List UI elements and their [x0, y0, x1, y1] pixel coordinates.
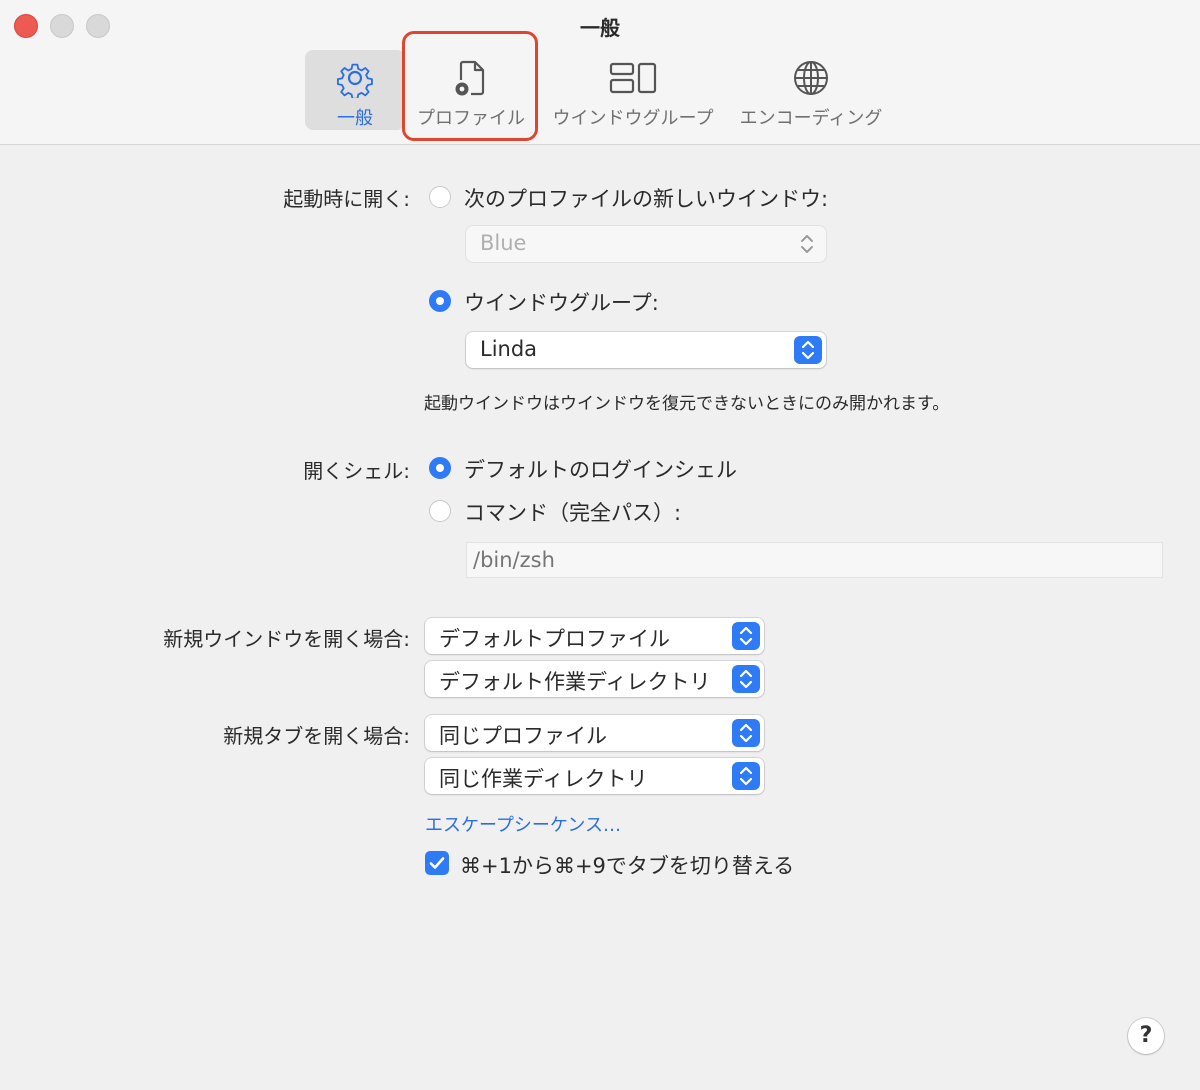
new-tab-profile-select[interactable]: 同じプロファイル	[425, 715, 764, 751]
radio-command-shell[interactable]	[429, 500, 451, 522]
chevron-updown-icon	[801, 340, 815, 360]
window-group-select-stepper	[794, 336, 822, 364]
new-tab-profile-value: 同じプロファイル	[439, 724, 607, 748]
chevron-updown-icon	[739, 723, 753, 743]
startup-note: 起動ウインドウはウインドウを復元できないときにのみ開かれます。	[424, 394, 950, 414]
startup-profile-select-value: Blue	[480, 231, 527, 255]
tab-encodings[interactable]: エンコーディング	[734, 50, 888, 130]
new-tab-directory-value: 同じ作業ディレクトリ	[439, 767, 648, 791]
radio-window-group[interactable]	[429, 290, 451, 312]
window-group-select-value: Linda	[480, 337, 538, 361]
new-window-label: 新規ウインドウを開く場合:	[163, 627, 410, 651]
new-tab-directory-select[interactable]: 同じ作業ディレクトリ	[425, 758, 764, 794]
new-window-directory-select[interactable]: デフォルト作業ディレクトリ	[425, 661, 764, 697]
radio-command-shell-label: コマンド（完全パス）:	[464, 501, 682, 525]
escape-sequences-link[interactable]: エスケープシーケンス…	[425, 811, 621, 837]
chevron-updown-icon	[739, 766, 753, 786]
chevron-updown-icon	[739, 626, 753, 646]
globe-icon	[794, 61, 828, 95]
gear-icon	[336, 63, 373, 98]
preferences-window: 一般 一般 プロファイル ウインドウグループ エンコーディング 起動時に開く: …	[0, 0, 1200, 1090]
new-window-profile-value: デフォルトプロファイル	[439, 627, 670, 651]
radio-profile-window-label: 次のプロファイルの新しいウインドウ:	[464, 187, 829, 211]
new-tab-directory-stepper	[732, 762, 760, 790]
new-tab-label: 新規タブを開く場合:	[223, 724, 410, 748]
tab-window-groups[interactable]: ウインドウグループ	[548, 50, 718, 130]
tab-switch-checkbox-label: ⌘+1から⌘+9でタブを切り替える	[460, 854, 795, 878]
tab-window-groups-label: ウインドウグループ	[552, 108, 714, 129]
startup-label: 起動時に開く:	[283, 187, 410, 211]
radio-profile-window[interactable]	[429, 186, 451, 208]
new-tab-profile-stepper	[732, 719, 760, 747]
checkmark-icon	[429, 857, 445, 869]
new-window-directory-value: デフォルト作業ディレクトリ	[439, 670, 711, 694]
command-path-field[interactable]	[466, 542, 1163, 578]
help-button[interactable]: ?	[1128, 1018, 1164, 1054]
window-group-select[interactable]: Linda	[466, 332, 826, 368]
shell-label: 開くシェル:	[303, 459, 410, 483]
titlebar: 一般 一般 プロファイル ウインドウグループ エンコーディング	[0, 0, 1200, 145]
new-window-profile-select[interactable]: デフォルトプロファイル	[425, 618, 764, 654]
tab-general-label: 一般	[337, 108, 373, 129]
tab-general[interactable]: 一般	[305, 50, 405, 130]
chevron-updown-icon	[801, 235, 813, 253]
radio-default-shell[interactable]	[429, 457, 451, 479]
chevron-updown-icon	[739, 669, 753, 689]
profiles-tab-highlight	[402, 31, 538, 141]
radio-default-shell-label: デフォルトのログインシェル	[464, 458, 737, 482]
window-title: 一般	[580, 16, 620, 40]
new-window-profile-stepper	[732, 622, 760, 650]
startup-profile-select[interactable]: Blue	[466, 226, 826, 262]
window-group-icon	[609, 62, 657, 94]
radio-window-group-label: ウインドウグループ:	[464, 291, 659, 315]
tab-switch-checkbox[interactable]	[425, 851, 449, 875]
command-path-input[interactable]	[467, 543, 1162, 577]
tab-encodings-label: エンコーディング	[739, 108, 883, 129]
new-window-directory-stepper	[732, 665, 760, 693]
